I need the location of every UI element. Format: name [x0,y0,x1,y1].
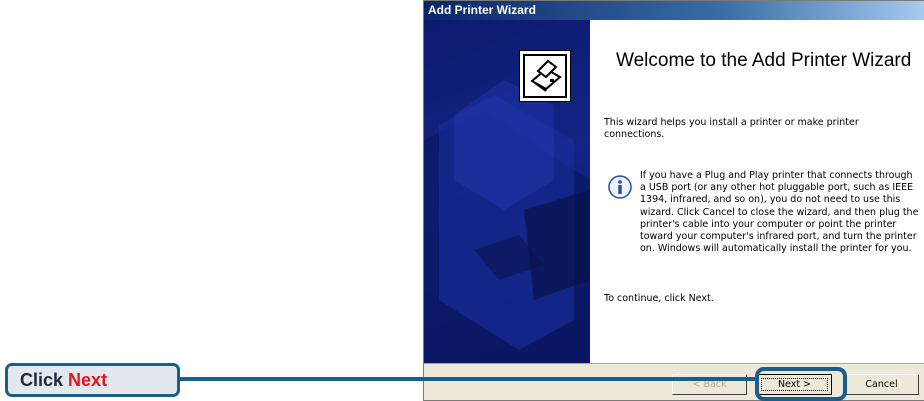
callout-connector [180,377,755,381]
callout-prefix: Click [20,370,64,390]
callout-highlight: Next [68,370,108,390]
info-icon [608,175,632,199]
add-printer-wizard-dialog: Add Printer Wizard Welcome to the Add Pr… [423,0,924,401]
wizard-content: Welcome to the Add Printer Wizard This w… [590,20,924,363]
title-bar[interactable]: Add Printer Wizard [424,1,924,20]
cancel-button[interactable]: Cancel [844,374,919,395]
button-bar: < Back Next > Cancel [424,363,924,400]
intro-text: This wizard helps you install a printer … [604,117,859,141]
continue-text: To continue, click Next. [604,293,714,304]
info-text: If you have a Plug and Play printer that… [640,170,919,255]
callout-label: Click Next [5,363,180,397]
window-title: Add Printer Wizard [428,3,536,17]
wizard-side-banner [424,20,590,363]
printer-icon [519,50,571,102]
welcome-heading: Welcome to the Add Printer Wizard [616,50,912,71]
next-button-highlight [755,367,847,401]
